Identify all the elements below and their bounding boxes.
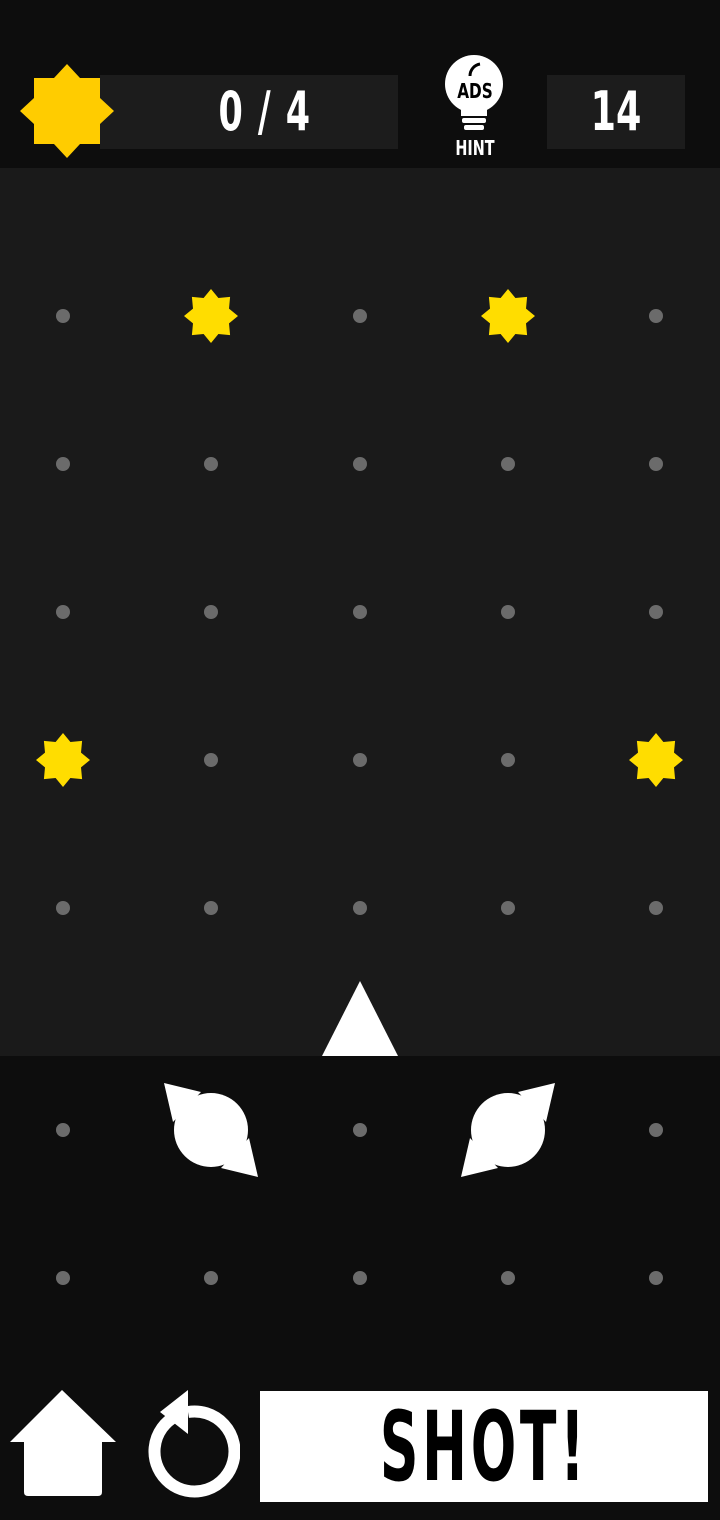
- deflector-left[interactable]: [164, 1083, 258, 1177]
- grid-dot[interactable]: [501, 605, 515, 619]
- shot-button-label: SHOT!: [379, 1390, 589, 1503]
- shooter-arrow[interactable]: [322, 981, 398, 1056]
- grid-dot[interactable]: [204, 901, 218, 915]
- target-star-icon: [36, 733, 90, 787]
- grid-dot[interactable]: [353, 753, 367, 767]
- target-star-icon: [184, 289, 238, 343]
- grid-dot[interactable]: [204, 457, 218, 471]
- restart-button[interactable]: [136, 1386, 240, 1498]
- grid-dot[interactable]: [204, 605, 218, 619]
- restart-icon: [148, 1390, 240, 1498]
- grid-dot[interactable]: [353, 1271, 367, 1285]
- grid-dot[interactable]: [353, 1123, 367, 1137]
- target-star-icon: [481, 289, 535, 343]
- grid-dot[interactable]: [649, 1123, 663, 1137]
- home-icon: [10, 1390, 116, 1496]
- grid-dot[interactable]: [56, 901, 70, 915]
- grid-dot[interactable]: [649, 605, 663, 619]
- grid-dot[interactable]: [204, 753, 218, 767]
- shot-button[interactable]: SHOT!: [260, 1390, 708, 1503]
- grid-dot[interactable]: [501, 1271, 515, 1285]
- grid-dot[interactable]: [56, 457, 70, 471]
- grid-dot[interactable]: [204, 1271, 218, 1285]
- grid-dot[interactable]: [56, 309, 70, 323]
- deflector-right[interactable]: [461, 1083, 555, 1177]
- grid-dot[interactable]: [56, 605, 70, 619]
- grid-dot[interactable]: [649, 309, 663, 323]
- grid-dot[interactable]: [649, 901, 663, 915]
- grid-dot[interactable]: [353, 901, 367, 915]
- board-layer: [36, 289, 683, 1285]
- grid-dot[interactable]: [501, 753, 515, 767]
- grid-dot[interactable]: [649, 457, 663, 471]
- grid-dot[interactable]: [501, 901, 515, 915]
- grid-dot[interactable]: [501, 457, 515, 471]
- grid-dot[interactable]: [56, 1123, 70, 1137]
- grid-dot[interactable]: [56, 1271, 70, 1285]
- grid-dot[interactable]: [353, 457, 367, 471]
- home-button[interactable]: [6, 1388, 118, 1498]
- grid-dot[interactable]: [649, 1271, 663, 1285]
- target-star-icon: [629, 733, 683, 787]
- grid-dot[interactable]: [353, 309, 367, 323]
- grid-dot[interactable]: [353, 605, 367, 619]
